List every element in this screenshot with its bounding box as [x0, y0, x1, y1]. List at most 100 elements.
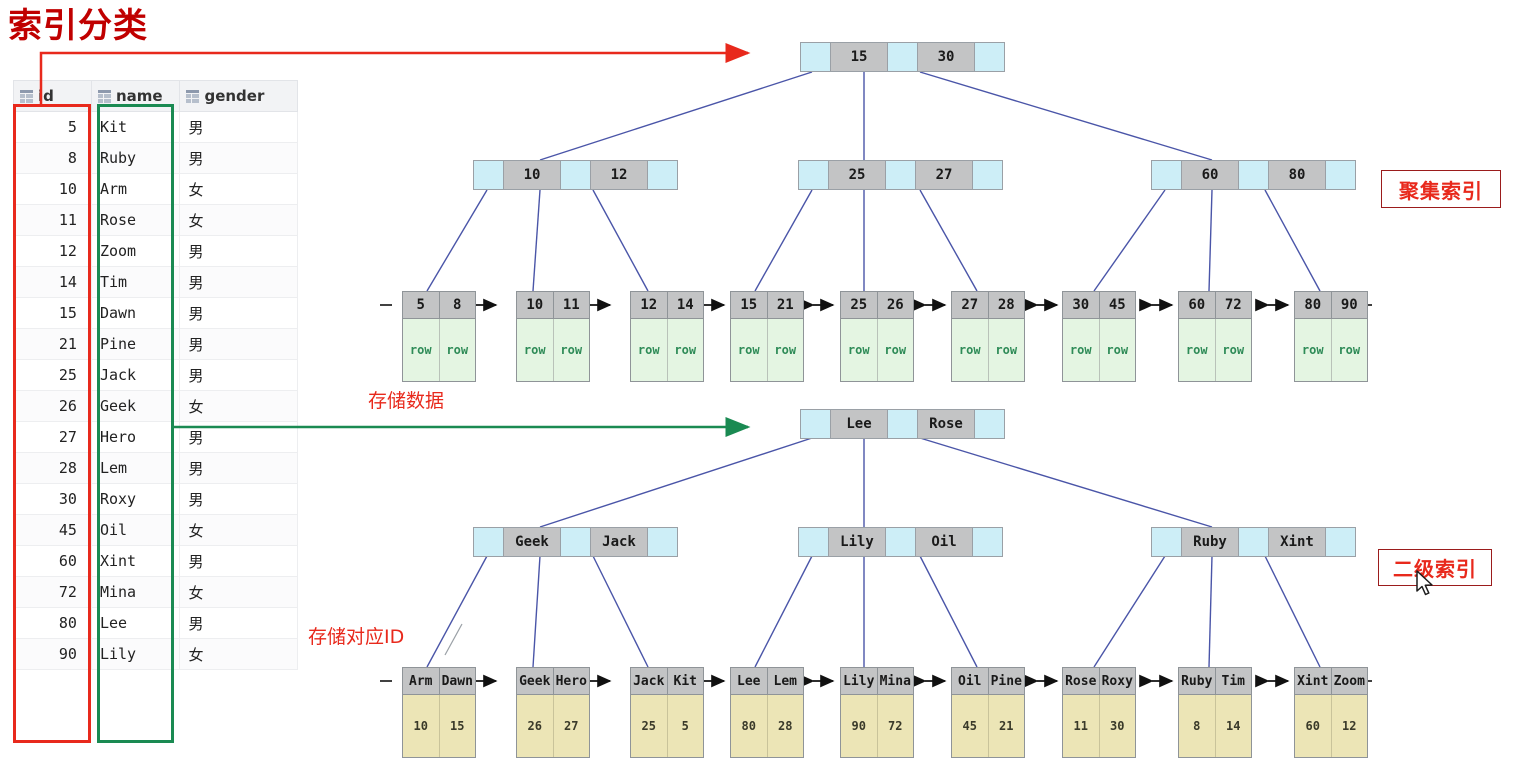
- secondary-internal-node-0[interactable]: Geek Jack: [473, 527, 678, 557]
- clustered-leaf-node-1[interactable]: 10 11 row row: [516, 291, 590, 382]
- secondary-leaf-node-6[interactable]: Rose Roxy 11 30: [1062, 667, 1136, 758]
- table-row[interactable]: 72 Mina 女: [13, 576, 298, 608]
- leaf-key-row: 12 14: [631, 292, 703, 318]
- leaf-value-cell: 12: [1331, 695, 1367, 757]
- secondary-leaf-node-4[interactable]: Lily Mina 90 72: [840, 667, 914, 758]
- clustered-root-box[interactable]: 15 30: [800, 42, 1005, 72]
- table-row[interactable]: 8 Ruby 男: [13, 142, 298, 174]
- leaf-key-cell: Pine: [988, 668, 1024, 694]
- table-row[interactable]: 10 Arm 女: [13, 173, 298, 205]
- clustered-internal-node-0[interactable]: 10 12: [473, 160, 678, 190]
- secondary-index-badge[interactable]: 二级索引: [1378, 549, 1492, 586]
- leaf-value-cell: 27: [553, 695, 589, 757]
- table-row[interactable]: 11 Rose 女: [13, 204, 298, 236]
- secondary-leaf-node-3[interactable]: Lee Lem 80 28: [730, 667, 804, 758]
- clustered-leaf-node-0[interactable]: 5 8 row row: [402, 291, 476, 382]
- node-key-cell: 30: [918, 43, 975, 71]
- column-header-id[interactable]: id: [13, 80, 92, 112]
- node-pointer-cell: [886, 528, 916, 556]
- leaf-key-cell: Ruby: [1179, 668, 1216, 694]
- secondary-leaf-node-5[interactable]: Oil Pine 45 21: [951, 667, 1025, 758]
- table-column-icon: [97, 90, 111, 103]
- clustered-internal-node-1[interactable]: 25 27: [798, 160, 1003, 190]
- leaf-value-cell: 5: [667, 695, 703, 757]
- leaf-key-row: Geek Hero: [517, 668, 589, 694]
- secondary-leaf-node-8[interactable]: Xint Zoom 60 12: [1294, 667, 1368, 758]
- table-row[interactable]: 90 Lily 女: [13, 638, 298, 670]
- node-key-cell: Rose: [918, 410, 975, 438]
- leaf-key-cell: Roxy: [1099, 668, 1135, 694]
- leaf-value-cell: 45: [952, 695, 989, 757]
- leaf-key-cell: 27: [952, 292, 989, 318]
- leaf-value-cell: row: [952, 319, 989, 381]
- table-row[interactable]: 45 Oil 女: [13, 514, 298, 546]
- clustered-leaf-node-4[interactable]: 25 26 row row: [840, 291, 914, 382]
- leaf-key-cell: 10: [517, 292, 554, 318]
- leaf-key-cell: Kit: [667, 668, 703, 694]
- table-row[interactable]: 15 Dawn 男: [13, 297, 298, 329]
- clustered-index-badge[interactable]: 聚集索引: [1381, 170, 1501, 208]
- cell-gender: 男: [179, 142, 298, 174]
- cell-gender: 男: [179, 452, 298, 484]
- table-row[interactable]: 80 Lee 男: [13, 607, 298, 639]
- leaf-value-cell: row: [877, 319, 913, 381]
- node-pointer-cell: [801, 43, 831, 71]
- leaf-value-row: row row: [631, 318, 703, 381]
- cell-id: 12: [13, 235, 92, 267]
- secondary-leaf-node-2[interactable]: Jack Kit 25 5: [630, 667, 704, 758]
- cell-id: 11: [13, 204, 92, 236]
- clustered-leaf-node-3[interactable]: 15 21 row row: [730, 291, 804, 382]
- leaf-key-cell: Rose: [1063, 668, 1100, 694]
- leaf-value-row: 11 30: [1063, 694, 1135, 757]
- column-header-gender[interactable]: gender: [179, 80, 298, 112]
- table-row[interactable]: 5 Kit 男: [13, 111, 298, 143]
- table-row[interactable]: 60 Xint 男: [13, 545, 298, 577]
- node-pointer-cell: [1152, 161, 1182, 189]
- table-row[interactable]: 28 Lem 男: [13, 452, 298, 484]
- table-row[interactable]: 21 Pine 男: [13, 328, 298, 360]
- table-row[interactable]: 25 Jack 男: [13, 359, 298, 391]
- secondary-leaf-node-0[interactable]: Arm Dawn 10 15: [402, 667, 476, 758]
- leaf-value-row: row row: [1295, 318, 1367, 381]
- leaf-value-cell: 90: [841, 695, 878, 757]
- leaf-value-cell: 14: [1215, 695, 1251, 757]
- node-pointer-cell: [801, 410, 831, 438]
- leaf-value-cell: 26: [517, 695, 554, 757]
- secondary-note-tick: [444, 623, 463, 656]
- leaf-key-row: 80 90: [1295, 292, 1367, 318]
- secondary-leaf-node-1[interactable]: Geek Hero 26 27: [516, 667, 590, 758]
- secondary-internal-node-2[interactable]: Ruby Xint: [1151, 527, 1356, 557]
- clustered-leaf-node-2[interactable]: 12 14 row row: [630, 291, 704, 382]
- leaf-key-row: Jack Kit: [631, 668, 703, 694]
- leaf-value-row: 8 14: [1179, 694, 1251, 757]
- node-pointer-cell: [975, 410, 1004, 438]
- leaf-value-cell: 60: [1295, 695, 1332, 757]
- table-row[interactable]: 26 Geek 女: [13, 390, 298, 422]
- leaf-key-row: Lily Mina: [841, 668, 913, 694]
- clustered-leaf-node-6[interactable]: 30 45 row row: [1062, 291, 1136, 382]
- leaf-value-cell: row: [1063, 319, 1100, 381]
- table-row[interactable]: 30 Roxy 男: [13, 483, 298, 515]
- secondary-root-box[interactable]: Lee Rose: [800, 409, 1005, 439]
- table-row[interactable]: 12 Zoom 男: [13, 235, 298, 267]
- cell-id: 80: [13, 607, 92, 639]
- table-row[interactable]: 14 Tim 男: [13, 266, 298, 298]
- clustered-leaf-node-8[interactable]: 80 90 row row: [1294, 291, 1368, 382]
- secondary-leaf-node-7[interactable]: Ruby Tim 8 14: [1178, 667, 1252, 758]
- cell-id: 28: [13, 452, 92, 484]
- node-key-cell: 27: [916, 161, 973, 189]
- clustered-leaf-node-7[interactable]: 60 72 row row: [1178, 291, 1252, 382]
- cell-gender: 女: [179, 173, 298, 205]
- node-key-cell: Oil: [916, 528, 973, 556]
- secondary-internal-node-1[interactable]: Lily Oil: [798, 527, 1003, 557]
- column-header-gender-label: gender: [204, 87, 265, 105]
- table-row[interactable]: 27 Hero 男: [13, 421, 298, 453]
- leaf-key-row: Oil Pine: [952, 668, 1024, 694]
- clustered-leaf-node-5[interactable]: 27 28 row row: [951, 291, 1025, 382]
- clustered-internal-node-2[interactable]: 60 80: [1151, 160, 1356, 190]
- cell-name: Hero: [90, 421, 181, 453]
- column-header-name[interactable]: name: [90, 80, 181, 112]
- cell-gender: 男: [179, 297, 298, 329]
- node-pointer-cell: [975, 43, 1004, 71]
- leaf-key-cell: 72: [1215, 292, 1251, 318]
